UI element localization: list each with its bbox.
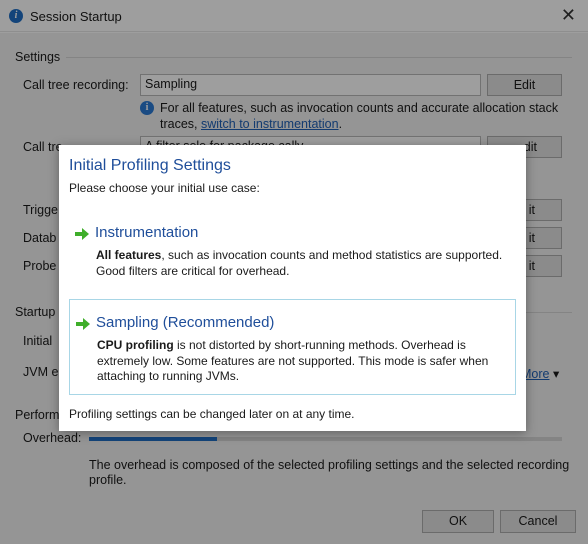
option-sampling-title: Sampling (Recommended) (96, 314, 275, 331)
option-instrumentation-title: Instrumentation (95, 224, 199, 241)
option-sampling-desc-bold: CPU profiling (97, 338, 174, 352)
modal-footer-text: Profiling settings can be changed later … (69, 407, 355, 421)
option-sampling[interactable]: Sampling (Recommended) CPU profiling is … (69, 299, 516, 395)
arrow-right-icon (76, 318, 90, 330)
option-instrumentation[interactable]: Instrumentation All features, such as in… (69, 215, 516, 285)
option-instrumentation-desc-bold: All features (96, 248, 162, 262)
arrow-right-icon (75, 228, 89, 240)
modal-subtitle: Please choose your initial use case: (69, 181, 260, 195)
option-sampling-desc: CPU profiling is not distorted by short-… (97, 338, 512, 385)
modal-title: Initial Profiling Settings (69, 157, 231, 174)
initial-profiling-modal: Initial Profiling Settings Please choose… (59, 145, 526, 431)
option-instrumentation-desc: All features, such as invocation counts … (96, 248, 511, 279)
